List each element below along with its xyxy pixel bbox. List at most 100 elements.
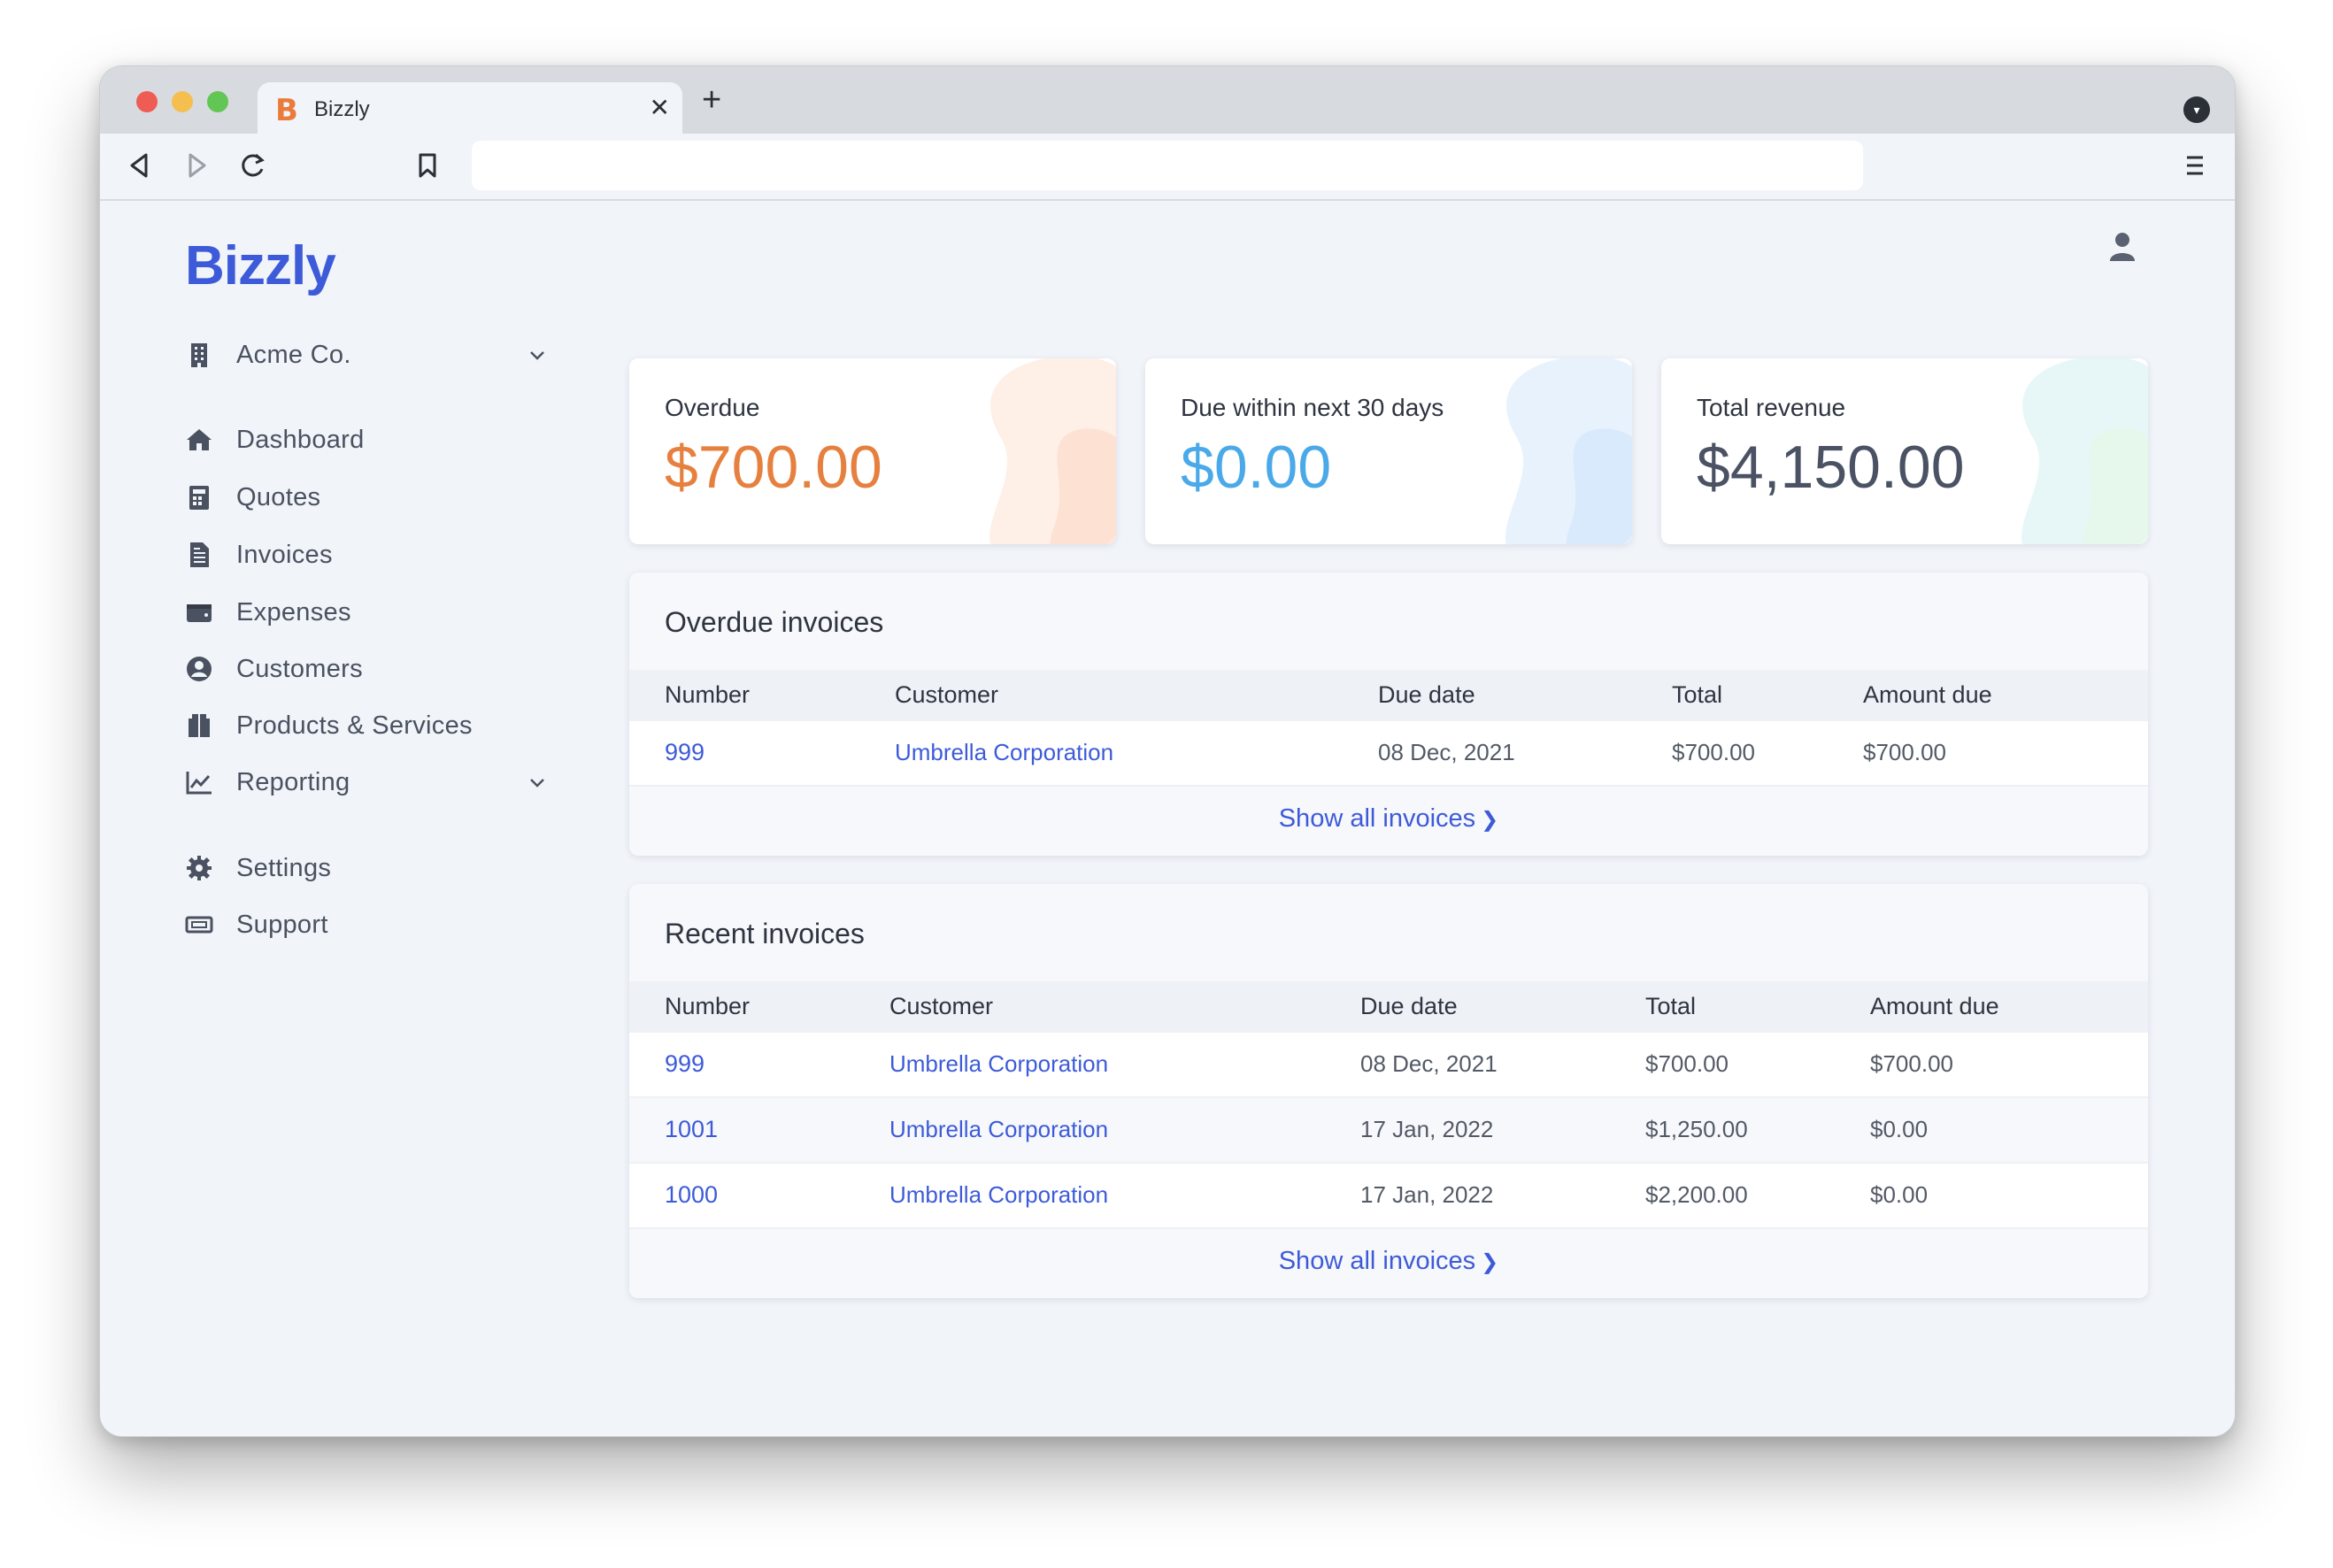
column-header: Customer	[889, 993, 994, 1019]
sidebar-item-expenses[interactable]: Expenses	[185, 591, 557, 634]
close-tab-icon[interactable]: ✕	[650, 93, 670, 122]
sidebar-item-quotes[interactable]: Quotes	[185, 476, 557, 519]
sidebar-item-label: Reporting	[236, 767, 350, 796]
browser-profile-menu-icon[interactable]: ▾	[2183, 96, 2210, 123]
panel-title: Recent invoices	[665, 918, 865, 949]
chevron-down-icon	[530, 779, 544, 788]
amount-due: $700.00	[1870, 1050, 1953, 1077]
customer-link[interactable]: Umbrella Corporation	[895, 739, 1113, 766]
table-header: Number Customer Due date Total Amount du…	[629, 981, 2148, 1033]
column-header: Customer	[895, 681, 999, 708]
customer-link[interactable]: Umbrella Corporation	[889, 1116, 1108, 1143]
amount-due: $700.00	[1863, 739, 1946, 765]
stat-card-due-30-days: Due within next 30 days $0.00	[1145, 358, 1632, 544]
gear-icon	[185, 854, 213, 882]
back-icon[interactable]	[127, 150, 153, 188]
invoice-number-link[interactable]: 999	[665, 1050, 705, 1078]
minimize-window-button[interactable]	[172, 91, 193, 112]
brand-logo[interactable]: Bizzly	[185, 234, 336, 297]
chevron-right-icon: ❯	[1481, 1250, 1499, 1274]
invoice-number-link[interactable]: 1000	[665, 1181, 718, 1209]
sidebar-item-label: Quotes	[236, 482, 321, 511]
calculator-icon	[185, 483, 213, 511]
column-header: Number	[665, 681, 751, 708]
organization-name: Acme Co.	[236, 340, 351, 369]
stat-card-overdue: Overdue $700.00	[629, 358, 1116, 544]
column-header: Total	[1645, 993, 1697, 1019]
user-circle-icon	[185, 655, 213, 683]
show-all-overdue-invoices-link[interactable]: Show all invoices ❯	[629, 804, 2148, 834]
hamburger-menu-icon[interactable]	[2182, 150, 2208, 188]
table-row[interactable]: 999 Umbrella Corporation 08 Dec, 2021 $7…	[629, 1033, 2148, 1098]
maximize-window-button[interactable]	[207, 91, 228, 112]
stat-value: $4,150.00	[1697, 434, 1965, 501]
decorative-blob	[989, 358, 1116, 544]
ticket-icon	[185, 911, 213, 939]
home-icon	[185, 426, 213, 454]
column-header: Number	[665, 993, 751, 1019]
decorative-blob	[2021, 358, 2148, 544]
sidebar-item-reporting[interactable]: Reporting	[185, 761, 557, 803]
sidebar-item-products-services[interactable]: Products & Services	[185, 704, 557, 747]
tab-bar: B Bizzly ✕ + ▾	[100, 66, 2235, 134]
column-header: Amount due	[1870, 993, 1999, 1019]
close-window-button[interactable]	[136, 91, 158, 112]
decorative-blob	[1505, 358, 1632, 544]
show-all-label: Show all invoices	[1278, 1247, 1476, 1275]
user-icon[interactable]	[2109, 231, 2136, 263]
building-icon	[185, 341, 213, 369]
address-bar[interactable]	[472, 141, 1863, 190]
invoice-total: $2,200.00	[1645, 1181, 1748, 1208]
invoice-number-link[interactable]: 999	[665, 739, 705, 766]
table-row[interactable]: 1001 Umbrella Corporation 17 Jan, 2022 $…	[629, 1098, 2148, 1164]
sidebar-item-invoices[interactable]: Invoices	[185, 534, 557, 576]
wallet-icon	[185, 598, 213, 626]
sidebar-item-label: Dashboard	[236, 425, 365, 454]
customer-link[interactable]: Umbrella Corporation	[889, 1050, 1108, 1078]
sidebar-item-label: Settings	[236, 853, 332, 882]
sidebar-item-label: Invoices	[236, 540, 333, 569]
reload-icon[interactable]	[238, 150, 266, 188]
chart-line-icon	[185, 768, 213, 796]
sidebar-item-dashboard[interactable]: Dashboard	[185, 419, 557, 461]
sidebar-item-label: Customers	[236, 654, 363, 683]
show-all-recent-invoices-link[interactable]: Show all invoices ❯	[629, 1247, 2148, 1276]
overdue-invoices-panel: Overdue invoices Number Customer Due dat…	[629, 573, 2148, 856]
browser-window: B Bizzly ✕ + ▾ Bizzly Acme Co. Dashboard…	[99, 65, 2236, 1437]
bookmark-icon[interactable]	[415, 150, 440, 188]
new-tab-button[interactable]: +	[702, 82, 721, 118]
amount-due: $0.00	[1870, 1181, 1929, 1208]
table-row[interactable]: 1000 Umbrella Corporation 17 Jan, 2022 $…	[629, 1164, 2148, 1229]
column-header: Due date	[1360, 993, 1458, 1019]
due-date: 17 Jan, 2022	[1360, 1181, 1494, 1208]
amount-due: $0.00	[1870, 1116, 1929, 1142]
organization-selector[interactable]: Acme Co.	[185, 334, 557, 376]
sidebar-item-settings[interactable]: Settings	[185, 847, 557, 889]
stat-label: Total revenue	[1697, 394, 1846, 421]
sidebar-item-support[interactable]: Support	[185, 903, 557, 946]
app-content: Bizzly Acme Co. Dashboard Quotes Invoice…	[100, 201, 2235, 1436]
box-icon	[185, 711, 213, 740]
due-date: 08 Dec, 2021	[1360, 1050, 1498, 1077]
stat-value: $0.00	[1181, 434, 1332, 501]
column-header: Amount due	[1863, 681, 1992, 708]
invoice-number-link[interactable]: 1001	[665, 1116, 718, 1143]
column-header: Due date	[1378, 681, 1475, 708]
sidebar-item-label: Expenses	[236, 597, 351, 626]
due-date: 17 Jan, 2022	[1360, 1116, 1494, 1142]
customer-link[interactable]: Umbrella Corporation	[889, 1181, 1108, 1209]
table-row[interactable]: 999 Umbrella Corporation 08 Dec, 2021 $7…	[629, 721, 2148, 787]
forward-icon[interactable]	[183, 150, 210, 188]
tab-title: Bizzly	[314, 97, 370, 121]
chevron-down-icon	[530, 351, 544, 360]
stat-value: $700.00	[665, 434, 882, 501]
browser-tab[interactable]: B Bizzly ✕	[258, 82, 682, 134]
sidebar-item-customers[interactable]: Customers	[185, 648, 557, 690]
show-all-label: Show all invoices	[1278, 804, 1476, 833]
chevron-right-icon: ❯	[1481, 808, 1499, 832]
sidebar-item-label: Products & Services	[236, 711, 473, 740]
invoice-total: $1,250.00	[1645, 1116, 1748, 1142]
stat-card-total-revenue: Total revenue $4,150.00	[1661, 358, 2148, 544]
due-date: 08 Dec, 2021	[1378, 739, 1515, 765]
file-invoice-icon	[185, 541, 213, 569]
